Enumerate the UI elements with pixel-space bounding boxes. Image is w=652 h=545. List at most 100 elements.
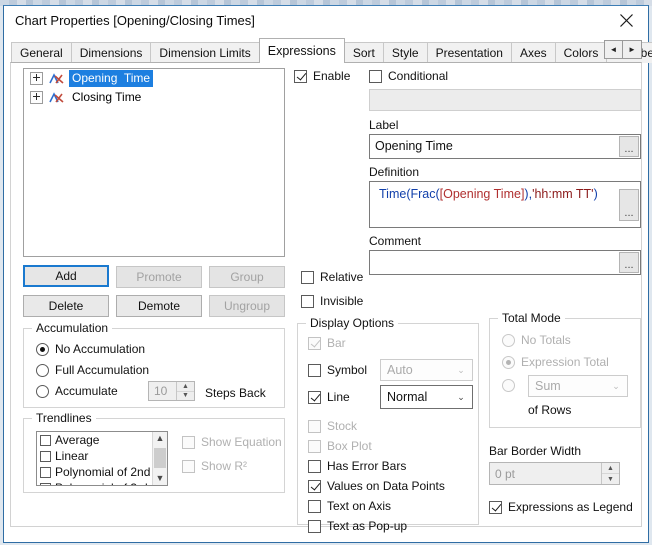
checkbox-indicator (308, 336, 321, 350)
checkbox-indicator[interactable] (308, 390, 321, 404)
stepper-down-icon[interactable]: ▼ (177, 391, 194, 400)
radio-expression-total: Expression Total (502, 355, 609, 369)
checkbox-indicator[interactable] (308, 519, 321, 533)
trendlines-legend: Trendlines (32, 411, 96, 425)
checkbox-indicator[interactable] (308, 363, 321, 377)
chevron-down-icon[interactable]: ⌄ (450, 392, 472, 403)
line-combo[interactable]: Normal ⌄ (380, 385, 473, 409)
radio-no-totals: No Totals (502, 333, 571, 347)
definition-token-field: [Opening Time] (439, 187, 525, 201)
checkbox-text-on-axis[interactable]: Text on Axis (308, 499, 391, 513)
label-browse-button[interactable]: ... (619, 136, 639, 157)
comment-browse-button[interactable]: ... (619, 252, 639, 273)
stepper-arrows[interactable]: ▲ ▼ (176, 382, 194, 400)
list-item[interactable]: Linear (37, 448, 167, 464)
definition-token-fn2: Frac( (410, 187, 440, 201)
total-mode-group: Total Mode No Totals Expression Total Su… (489, 311, 641, 428)
aggregation-combo-value: Sum (535, 379, 561, 393)
tab-style[interactable]: Style (382, 42, 428, 63)
checkbox-label: Symbol (327, 363, 368, 377)
scroll-down-icon[interactable]: ▼ (156, 472, 165, 485)
expression-icon (49, 72, 65, 86)
checkbox-indicator[interactable] (40, 466, 51, 478)
listbox-scrollbar[interactable]: ▲ ▼ (152, 432, 167, 485)
list-item[interactable]: Polynomial of 2nd d (37, 464, 167, 480)
add-button[interactable]: Add (23, 265, 109, 287)
checkbox-indicator[interactable] (40, 434, 51, 446)
tab-scroll-right-icon[interactable]: ► (623, 41, 641, 58)
checkbox-show-equation: Show Equation (182, 435, 282, 449)
expression-icon (49, 91, 65, 105)
definition-input[interactable]: Time(Frac([Opening Time]),'hh:mm TT') ..… (369, 181, 641, 228)
checkbox-has-error-bars[interactable]: Has Error Bars (308, 459, 406, 473)
checkbox-indicator (308, 419, 321, 433)
checkbox-indicator (182, 435, 195, 449)
list-item[interactable]: Polynomial of 3rd d (37, 480, 167, 485)
radio-no-accumulation[interactable]: No Accumulation (36, 342, 145, 356)
definition-browse-button[interactable]: ... (619, 188, 639, 221)
label-value: Opening Time (375, 139, 453, 153)
checkbox-label: Line (327, 390, 350, 404)
checkbox-label: Text as Pop-up (327, 519, 408, 533)
checkbox-box-plot: Box Plot (308, 439, 372, 453)
checkbox-indicator (182, 459, 195, 473)
delete-button[interactable]: Delete (23, 295, 109, 317)
tab-scroll-left-icon[interactable]: ◄ (605, 41, 623, 58)
close-icon[interactable] (604, 6, 648, 35)
tab-colors[interactable]: Colors (554, 42, 608, 63)
radio-accumulate[interactable]: Accumulate (36, 384, 118, 398)
checkbox-expressions-as-legend[interactable]: Expressions as Legend (489, 500, 633, 514)
checkbox-indicator[interactable] (308, 479, 321, 493)
tree-item-opening-time[interactable]: Opening Time (24, 69, 284, 88)
tab-expressions[interactable]: Expressions (258, 38, 345, 63)
tab-dimensions[interactable]: Dimensions (70, 42, 152, 63)
checkbox-indicator[interactable] (294, 69, 307, 83)
ungroup-button: Ungroup (209, 295, 285, 317)
radio-full-accumulation[interactable]: Full Accumulation (36, 363, 149, 377)
tab-presentation[interactable]: Presentation (426, 42, 512, 63)
tree-item-closing-time[interactable]: Closing Time (24, 88, 284, 107)
radio-label: Expression Total (521, 355, 609, 369)
stepper-up-icon[interactable]: ▲ (177, 382, 194, 392)
display-options-legend: Display Options (306, 316, 399, 330)
checkbox-indicator[interactable] (40, 482, 51, 485)
checkbox-values-on-data-points[interactable]: Values on Data Points (308, 479, 445, 493)
checkbox-indicator[interactable] (489, 500, 502, 514)
scrollbar-thumb[interactable] (154, 448, 166, 468)
checkbox-enable[interactable]: Enable (294, 69, 350, 83)
checkbox-indicator[interactable] (301, 270, 314, 284)
tab-axes[interactable]: Axes (510, 42, 556, 63)
label-input[interactable]: Opening Time ... (369, 134, 641, 159)
checkbox-invisible[interactable]: Invisible (301, 294, 363, 308)
symbol-combo-value: Auto (387, 363, 413, 377)
expressions-panel: Opening Time Closing Time Add Promote Gr… (10, 62, 642, 533)
checkbox-relative[interactable]: Relative (301, 270, 363, 284)
checkbox-line[interactable]: Line (308, 390, 350, 404)
checkbox-symbol[interactable]: Symbol (308, 363, 367, 377)
steps-back-stepper[interactable]: 10 ▲ ▼ (148, 381, 195, 401)
trendlines-listbox[interactable]: Average Linear Polynomial of 2nd d Polyn… (36, 431, 168, 486)
radio-label: No Totals (521, 333, 571, 347)
comment-value (370, 251, 618, 259)
checkbox-indicator[interactable] (301, 294, 314, 308)
checkbox-indicator[interactable] (369, 69, 382, 83)
checkbox-indicator[interactable] (308, 459, 321, 473)
tab-dimension-limits[interactable]: Dimension Limits (150, 42, 260, 63)
expand-plus-icon[interactable] (30, 72, 43, 85)
definition-token-fn1: Time( (379, 187, 411, 201)
expand-plus-icon[interactable] (30, 91, 43, 104)
checkbox-indicator[interactable] (308, 499, 321, 513)
expression-tree[interactable]: Opening Time Closing Time (23, 68, 285, 257)
tab-sort[interactable]: Sort (343, 42, 384, 63)
definition-token-string: 'hh:mm TT' (532, 187, 594, 201)
checkbox-indicator[interactable] (40, 450, 51, 462)
screen: Chart Properties [Opening/Closing Times]… (0, 0, 652, 545)
list-item[interactable]: Average (37, 432, 167, 448)
tab-general[interactable]: General (11, 42, 72, 63)
comment-input[interactable]: ... (369, 250, 641, 275)
demote-button[interactable]: Demote (116, 295, 202, 317)
scroll-up-icon[interactable]: ▲ (156, 432, 165, 445)
checkbox-label: Relative (320, 270, 364, 284)
checkbox-text-as-popup[interactable]: Text as Pop-up (308, 519, 407, 533)
checkbox-conditional[interactable]: Conditional (369, 69, 448, 83)
